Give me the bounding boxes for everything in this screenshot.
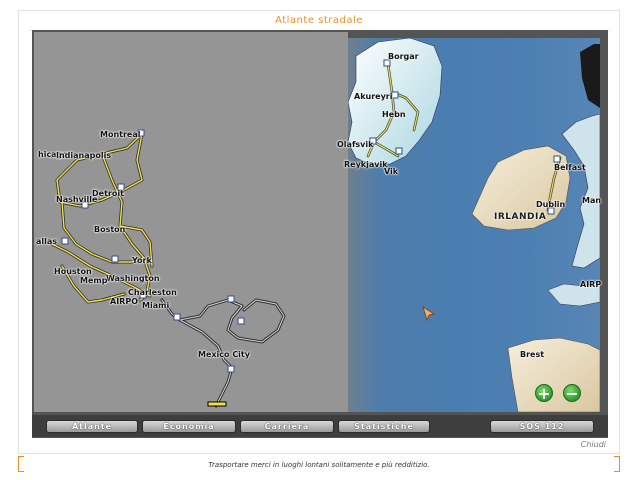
city-label-brest: Brest (520, 350, 545, 359)
city-label-washington: Washington (106, 274, 160, 283)
country-label-irlandia: IRLANDIA (494, 212, 547, 222)
parking-icon-route (227, 295, 235, 303)
sos-button[interactable]: SOS 112 (490, 420, 594, 433)
city-label-montreal: Montreal (100, 130, 141, 139)
city-label-boston: Boston (94, 225, 126, 234)
parking-icon-miami (173, 313, 181, 321)
city-label-olafsvik: Olafsvik (337, 140, 374, 149)
city-label-york: York (132, 256, 152, 265)
city-label-mexicocity: Mexico City (198, 350, 250, 359)
zoom-out-button[interactable]: − (563, 384, 581, 402)
city-label-airport: AIRPO (110, 297, 138, 306)
mouse-cursor-icon (422, 306, 436, 322)
zoom-in-button[interactable]: + (535, 384, 553, 402)
city-label-vik: Vik (384, 167, 399, 176)
city-label-akureyri: Akureyri (354, 92, 393, 101)
road-map-viewport[interactable]: Montreal hicago Indianapolis Detroit Nas… (32, 30, 608, 438)
city-label-indianapolis: Indianapolis (56, 151, 112, 160)
parking-icon-reykjavik (395, 147, 403, 155)
city-label-man: Man (582, 196, 602, 205)
city-label-dallas: allas (36, 237, 58, 246)
city-label-hebn: Hebn (382, 110, 406, 119)
tab-economia[interactable]: Economia (142, 420, 236, 433)
city-label-houston: Houston (54, 267, 92, 276)
city-label-borgar: Borgar (388, 52, 419, 61)
status-tip-text: Trasportare merci in luoghi lontani soli… (208, 461, 430, 469)
close-link[interactable]: Chiudi (581, 440, 606, 449)
tab-carriera[interactable]: Carriera (240, 420, 334, 433)
window-title: Atlante stradale (275, 15, 363, 26)
city-label-belfast: Belfast (554, 163, 586, 172)
city-label-charleston: Charleston (128, 288, 177, 297)
parking-icon-dallas (61, 237, 69, 245)
city-label-airp: AIRP (580, 280, 602, 289)
tab-atlante[interactable]: Atlante (46, 420, 138, 433)
city-label-dublin: Dublin (536, 200, 566, 209)
scotland-dark-land (580, 44, 600, 108)
city-label-miami: Miami (142, 301, 170, 310)
parking-icon-boston (111, 255, 119, 263)
parking-icon-akureyri (391, 91, 399, 99)
city-label-reykjavik: Reykjavik (344, 160, 388, 169)
parking-icon-belfast (553, 155, 561, 163)
parking-icon-south (237, 317, 245, 325)
city-label-nashville: Nashville (56, 195, 98, 204)
tab-statistiche[interactable]: Statistiche (338, 420, 430, 433)
parking-icon-mexico (227, 365, 235, 373)
tab-bar: Atlante Economia Carriera Statistiche SO… (32, 415, 608, 437)
highway-segment (207, 401, 227, 407)
city-label-memphis: Memp (80, 276, 108, 285)
